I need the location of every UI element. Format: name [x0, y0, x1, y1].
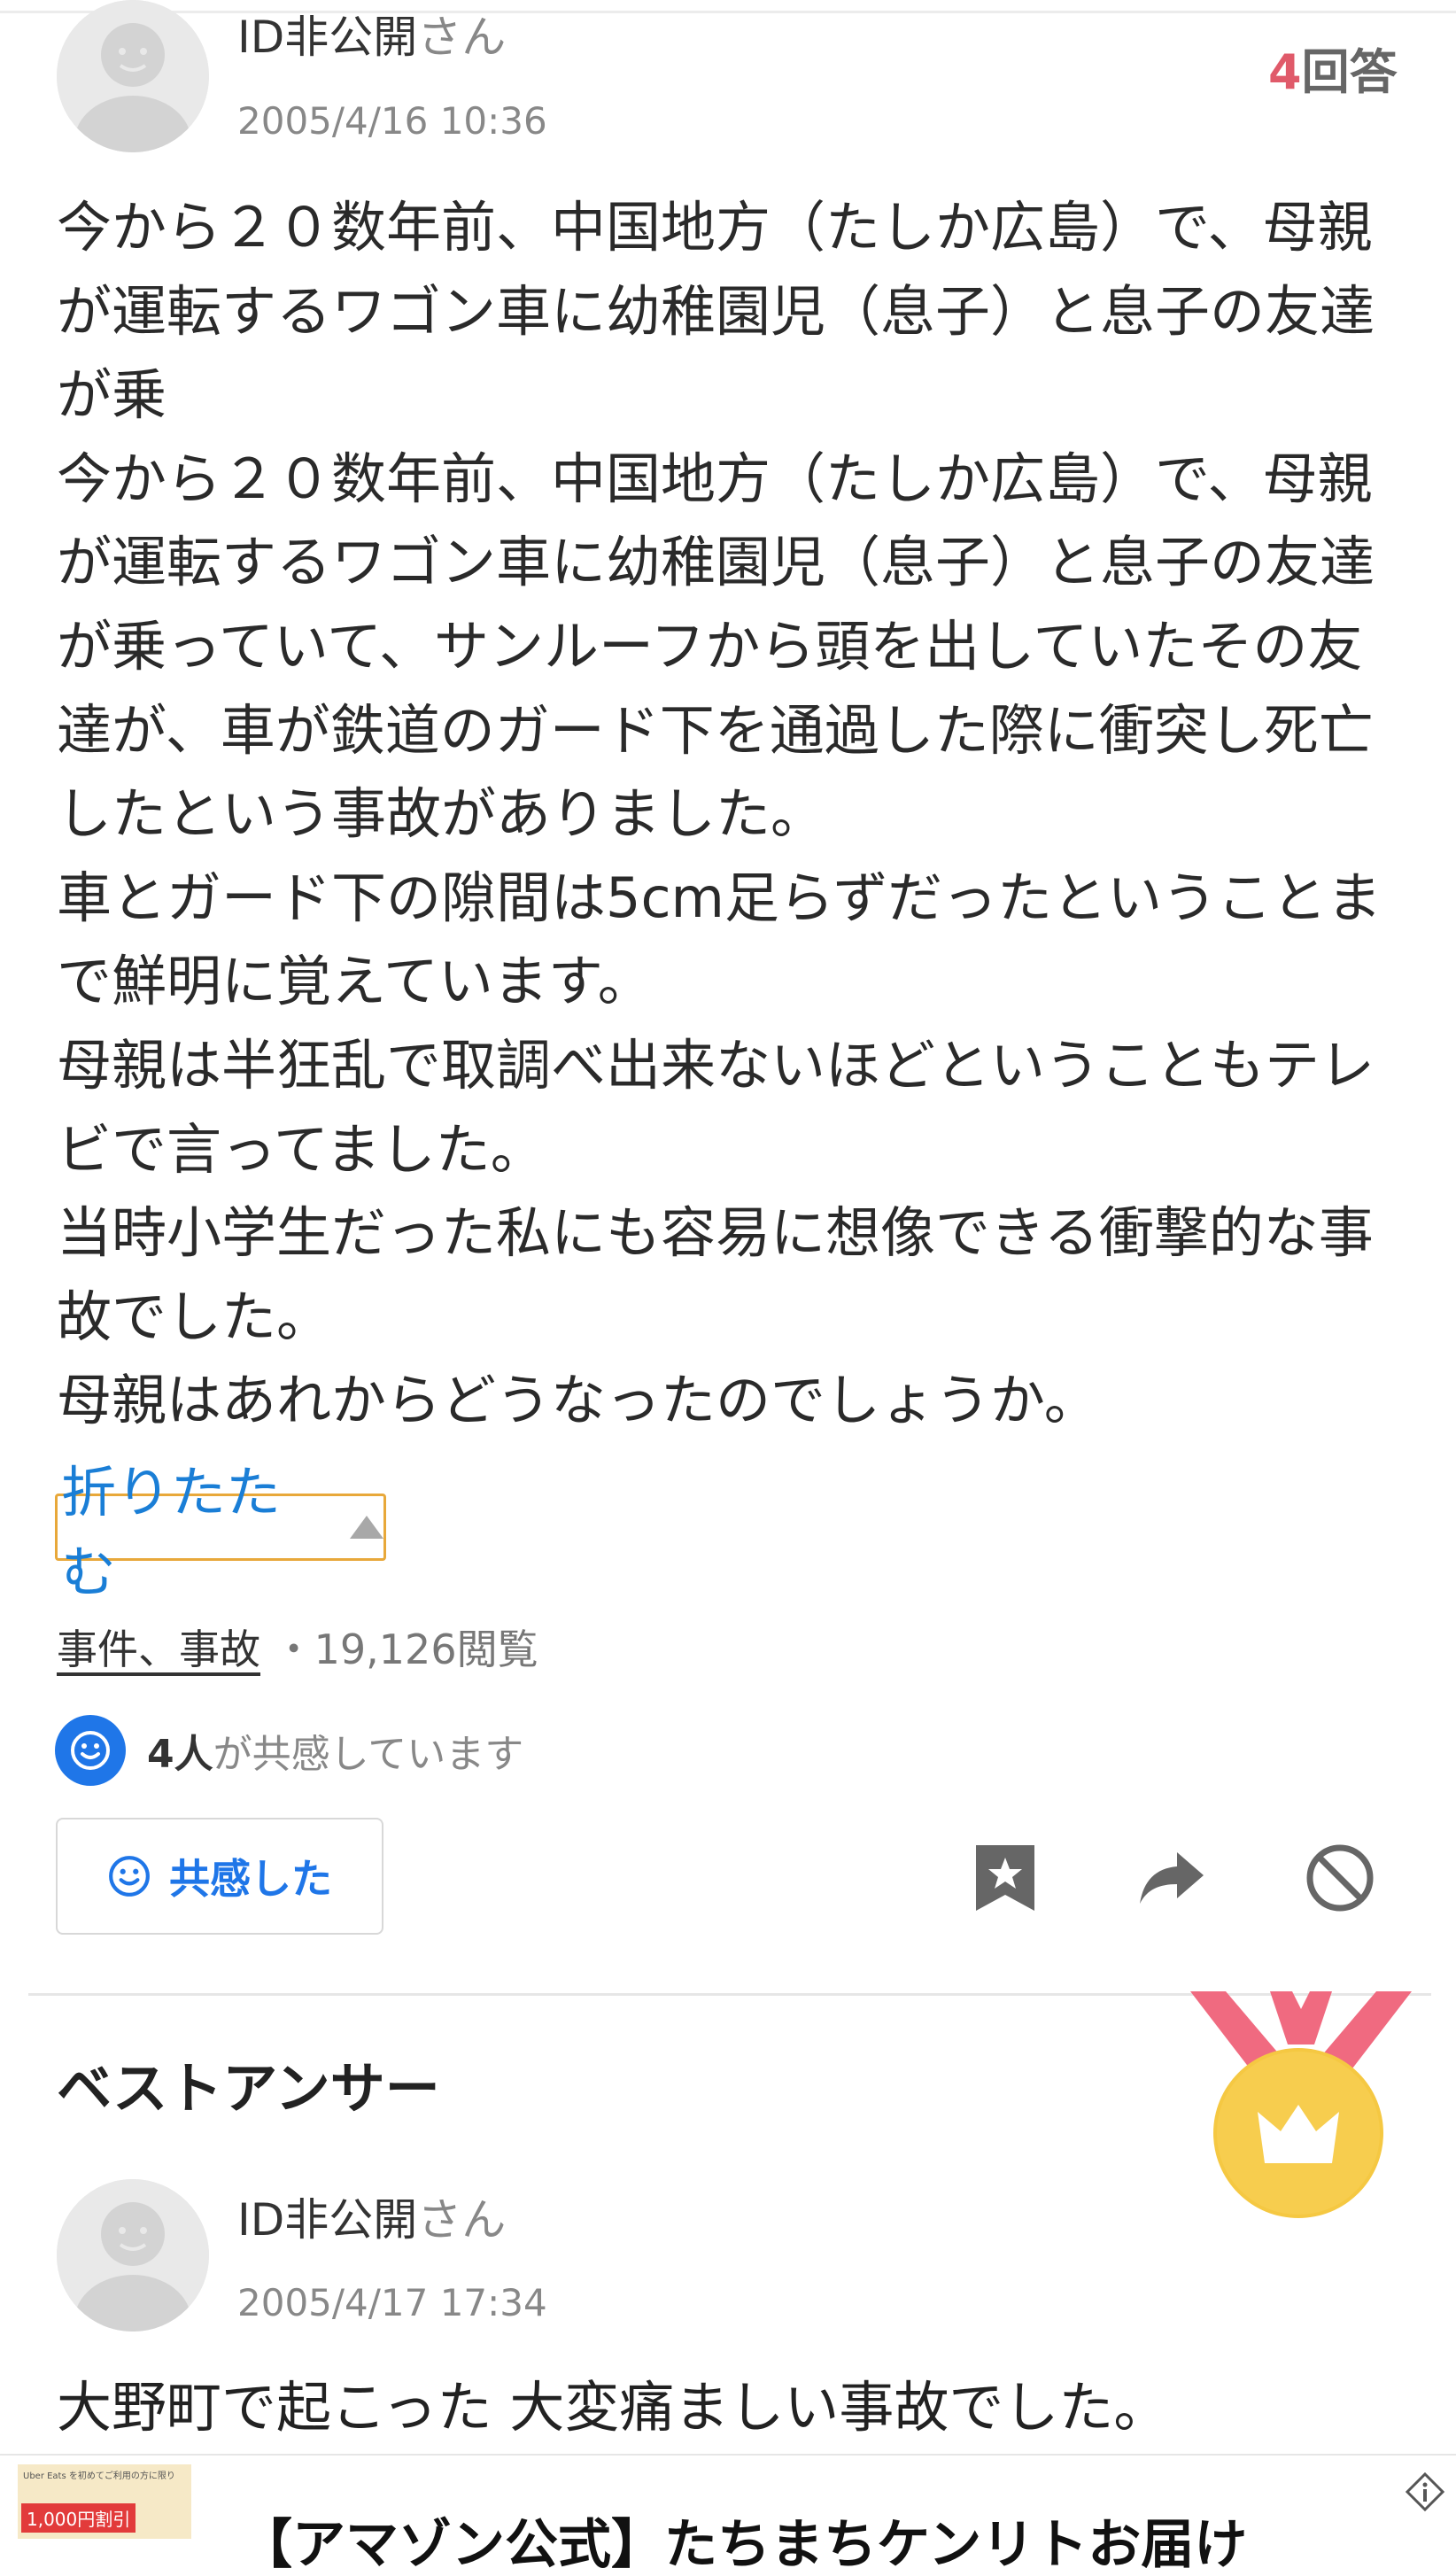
answer-count-label: 回答	[1301, 44, 1398, 100]
question-body-line: 母親はあれからどうなったのでしょうか。	[57, 1368, 1099, 1433]
category-link[interactable]: 事件、事故	[57, 1626, 260, 1673]
block-icon	[1306, 1844, 1374, 1912]
collapse-button[interactable]: 折りたたむ	[55, 1460, 386, 1604]
answer-count-number: 4	[1268, 44, 1302, 100]
empathy-label: が共感しています	[213, 1732, 524, 1777]
share-arrow-icon	[1140, 1852, 1204, 1904]
block-button[interactable]	[1300, 1838, 1380, 1918]
question-body-line: が運転するワゴン車に幼稚園児（息子）と息子の友達	[57, 530, 1375, 595]
empathy-text: 4人が共感しています	[147, 1722, 523, 1779]
question-body-line: ビで言ってました。	[57, 1116, 546, 1182]
bookmark-star-icon	[976, 1845, 1034, 1911]
question-body-line: で鮮明に覚えています。	[57, 949, 653, 1014]
share-button[interactable]	[1132, 1838, 1212, 1918]
question-body-line: 車とガード下の隙間は5cm足らずだったということま	[57, 865, 1382, 930]
answer-count[interactable]: 4回答	[1268, 44, 1398, 101]
smile-outline-icon	[109, 1856, 150, 1897]
best-answer-author-id: ID非公開	[237, 2194, 418, 2246]
question-body-line: 母親は半狂乱で取調べ出来ないほどということもテレ	[57, 1032, 1375, 1098]
default-avatar-icon	[57, 2179, 209, 2332]
question-body-line: が運転するワゴン車に幼稚園児（息子）と息子の友達	[57, 278, 1375, 344]
best-answer-text: 大野町で起こった 大変痛ましい事故でした。	[57, 2375, 1169, 2440]
empathy-summary: 4人が共感しています	[55, 1714, 523, 1787]
collapse-label: 折りたたむ	[61, 1460, 282, 1604]
author-avatar[interactable]	[57, 0, 209, 152]
view-count: 19,126閲覧	[314, 1626, 538, 1673]
views-separator: ・	[273, 1626, 314, 1673]
author-id: ID非公開	[237, 12, 418, 63]
smile-icon	[55, 1715, 126, 1786]
best-answer-medal-icon	[1190, 1991, 1412, 2222]
empathy-count: 4人	[147, 1732, 213, 1777]
question-body-line: 今から２０数年前、中国地方（たしか広島）で、母親	[57, 446, 1373, 511]
best-answer-author-name[interactable]: ID非公開さん	[237, 2193, 506, 2246]
ad-thumbnail[interactable]: Uber Eats を初めてご利用の方に限り 1,000円割引	[18, 2464, 191, 2539]
default-avatar-icon	[57, 0, 209, 152]
best-answer-author-suffix: さん	[417, 2194, 507, 2246]
ad-thumb-badge: 1,000円割引	[21, 2503, 136, 2533]
author-name[interactable]: ID非公開さん	[237, 11, 506, 64]
question-body-line: 故でした。	[57, 1284, 332, 1349]
question-body-line: 達が、車が鉄道のガード下を通過した際に衝突し死亡	[57, 697, 1374, 763]
question-body: 今から２０数年前、中国地方（たしか広島）で、母親 が運転するワゴン車に幼稚園児（息…	[57, 186, 1412, 1443]
question-body-line: が乗っていて、サンルーフから頭を出していたその友	[57, 613, 1363, 679]
author-suffix: さん	[417, 12, 507, 63]
empathy-button[interactable]: 共感した	[56, 1818, 383, 1935]
question-body-line: 当時小学生だった私にも容易に想像できる衝撃的な事	[57, 1200, 1374, 1266]
ad-info-icon[interactable]	[1405, 2471, 1445, 2512]
empathy-button-label: 共感した	[169, 1855, 332, 1903]
top-divider	[0, 11, 1456, 13]
question-date: 2005/4/16 10:36	[237, 99, 547, 143]
ad-title[interactable]: 【アマゾン公式】たちまちケンリトお届け	[239, 2514, 1247, 2576]
best-answer-heading: ベストアンサー	[57, 2056, 440, 2121]
question-body-line: 今から２０数年前、中国地方（たしか広島）で、母親	[57, 195, 1373, 260]
triangle-up-icon	[350, 1516, 383, 1539]
category-views: 事件、事故 ・19,126閲覧	[57, 1625, 538, 1674]
best-answer-avatar[interactable]	[57, 2179, 209, 2332]
best-answer-date: 2005/4/17 17:34	[237, 2281, 547, 2324]
question-body-line: が乗	[57, 362, 167, 428]
bookmark-button[interactable]	[965, 1838, 1045, 1918]
ad-thumb-caption: Uber Eats を初めてご利用の方に限り	[23, 2471, 175, 2481]
question-body-line: したという事故がありました。	[57, 781, 826, 847]
